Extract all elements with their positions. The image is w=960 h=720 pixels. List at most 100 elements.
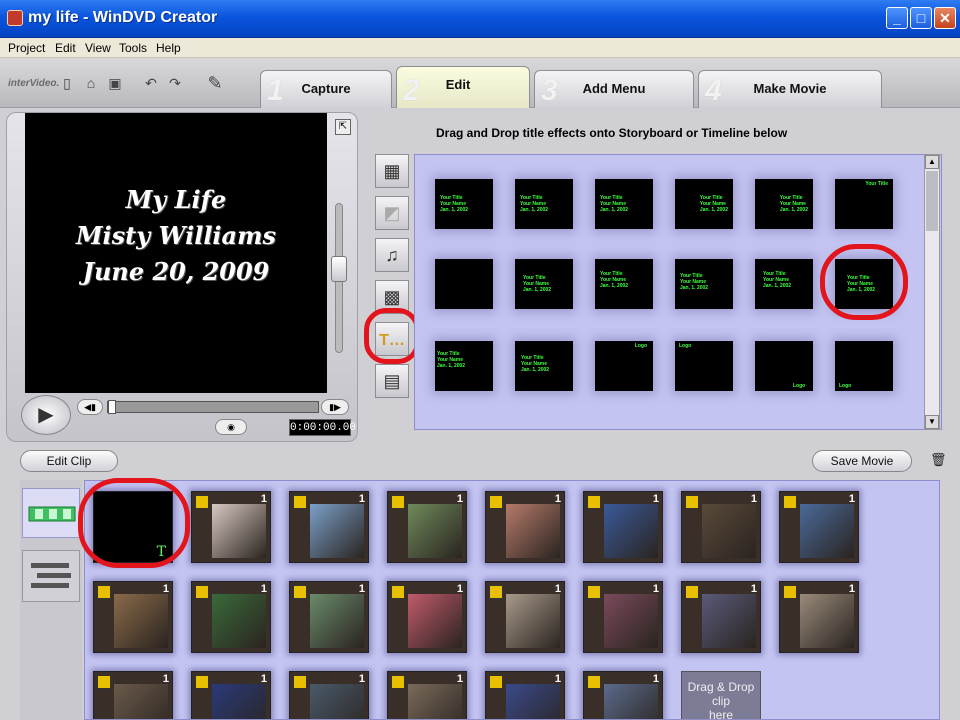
save-icon[interactable]: ▣ [106,74,124,92]
title-bar[interactable]: my life - WinDVD Creator _ □ ✕ [0,0,960,38]
storyboard-photo-clip[interactable]: 1 [191,491,271,563]
menu-project[interactable]: Project [8,41,45,55]
title-effect-thumbnail[interactable]: Logo [755,341,813,391]
storyboard-photo-clip[interactable]: 1 [289,581,369,653]
storyboard-photo-clip[interactable]: 1 [681,491,761,563]
photo-clip-icon [783,495,797,509]
volume-slider[interactable] [331,203,347,353]
undo-icon[interactable]: ↶ [142,74,160,92]
title-effect-thumbnail[interactable]: Your Title Your Name Jan. 1, 2002 [675,179,733,229]
title-effect-thumbnail[interactable]: Your Title Your Name Jan. 1, 2002 [515,341,573,391]
photo-clip-icon [391,495,405,509]
photo-clip-icon [391,585,405,599]
title-effect-thumbnail[interactable]: Your Title Your Name Jan. 1, 2002 [755,179,813,229]
tab-add-menu[interactable]: 3 Add Menu [534,70,694,108]
tab-edit[interactable]: 2 Edit [396,66,530,108]
title-effect-thumbnail[interactable]: Logo [835,341,893,391]
menu-edit[interactable]: Edit [55,41,76,55]
photo-clip-icon [783,585,797,599]
menu-bar: Project Edit View Tools Help [0,38,960,58]
storyboard-photo-clip[interactable]: 1 [289,491,369,563]
storyboard-photo-clip[interactable]: 1 [485,491,565,563]
storyboard-photo-clip[interactable]: 1 [779,581,859,653]
storyboard-photo-clip[interactable]: 1 [583,491,663,563]
volume-slider-knob[interactable] [331,256,347,282]
timecode-display: 0:00:00.00 [289,419,356,436]
pop-out-icon[interactable]: ⇱ [335,119,351,135]
title-effect-thumbnail[interactable]: Your Title Your Name Jan. 1, 2002 [595,179,653,229]
open-folder-icon[interactable]: ⌂ [82,74,100,92]
storyboard-photo-clip[interactable]: 1 [583,671,663,719]
storyboard-photo-clip[interactable]: 1 [681,581,761,653]
title-effect-sample-text: Your Title Your Name Jan. 1, 2002 [600,271,629,289]
storyboard-photo-clip[interactable]: 1 [387,671,467,719]
clip-photo-thumbnail [702,504,756,558]
clip-photo-thumbnail [702,594,756,648]
library-scrollbar[interactable]: ▲ ▼ [924,154,940,430]
scroll-thumb[interactable] [926,171,938,231]
drop-clip-slot[interactable]: Drag & Drop clip here [681,671,761,720]
film-effects-icon: ▤ [383,371,401,391]
scroll-down-icon[interactable]: ▼ [925,415,939,429]
seek-track[interactable] [107,400,319,414]
timeline-view-button[interactable] [22,550,80,602]
title-effect-sample-text: Your Title Your Name Jan. 1, 2002 [600,195,629,213]
step-forward-button[interactable]: ▮▶ [321,399,349,415]
paint-tools-icon[interactable]: ✎ [198,74,232,92]
scroll-up-icon[interactable]: ▲ [925,155,939,169]
title-effect-thumbnail[interactable]: Logo [595,341,653,391]
title-effect-sample-text: Your Title Your Name Jan. 1, 2002 [699,195,728,213]
close-button[interactable]: ✕ [934,7,956,29]
edit-clip-button[interactable]: Edit Clip [20,450,118,472]
title-effect-thumbnail[interactable]: Your Title Your Name Jan. 1, 2002 [435,341,493,391]
snapshot-button[interactable]: ◉ [215,419,247,435]
title-effect-thumbnail[interactable]: Your Title Your Name Jan. 1, 2002 [755,259,813,309]
photo-clip-icon [293,495,307,509]
minimize-button[interactable]: _ [886,7,908,29]
tab-make-movie[interactable]: 4 Make Movie [698,70,882,108]
menu-help[interactable]: Help [156,41,181,55]
storyboard-photo-clip[interactable]: 1 [779,491,859,563]
storyboard-photo-clip[interactable]: 1 [289,671,369,719]
save-movie-button[interactable]: Save Movie [812,450,912,472]
title-effect-thumbnail[interactable] [435,259,493,309]
video-clips-category-button[interactable]: ▦ [375,154,409,188]
tab-capture[interactable]: 1 Capture [260,70,392,108]
redo-icon[interactable]: ↷ [166,74,184,92]
storyboard-photo-clip[interactable]: 1 [93,581,173,653]
storyboard-photo-clip[interactable]: 1 [387,491,467,563]
preview-screen: My Life Misty Williams June 20, 2009 [25,113,327,393]
menu-tools[interactable]: Tools [119,41,147,55]
highlight-ring [364,308,420,364]
clip-photo-thumbnail [212,504,266,558]
storyboard-photo-clip[interactable]: 1 [191,581,271,653]
storyboard-photo-clip[interactable]: 1 [485,671,565,719]
storyboard-photo-clip[interactable]: 1 [387,581,467,653]
play-button[interactable]: ▶ [21,395,71,435]
title-effect-thumbnail[interactable]: Your Title [835,179,893,229]
new-file-icon[interactable]: ▯ [58,74,76,92]
menu-view[interactable]: View [85,41,111,55]
video-effects-category-button[interactable]: ▤ [375,364,409,398]
trash-icon[interactable]: 🗑 [930,452,947,468]
title-effect-thumbnail[interactable]: Logo [675,341,733,391]
storyboard-photo-clip[interactable]: 1 [583,581,663,653]
title-effect-thumbnail[interactable]: Your Title Your Name Jan. 1, 2002 [675,259,733,309]
storyboard-photo-clip[interactable]: 1 [485,581,565,653]
title-effect-thumbnail[interactable]: Your Title Your Name Jan. 1, 2002 [515,259,573,309]
title-effect-thumbnail[interactable]: Your Title Your Name Jan. 1, 2002 [435,179,493,229]
storyboard-photo-clip[interactable]: 1 [93,671,173,719]
step-back-button[interactable]: ◀▮ [77,399,103,415]
music-category-button[interactable]: ♫ [375,238,409,272]
transition-icon: ▩ [383,287,401,307]
maximize-button[interactable]: □ [910,7,932,29]
title-effect-thumbnail[interactable]: Your Title Your Name Jan. 1, 2002 [595,259,653,309]
storyboard-photo-clip[interactable]: 1 [191,671,271,719]
photos-category-button[interactable]: ◩ [375,196,409,230]
seek-thumb[interactable] [108,400,116,414]
title-effect-thumbnail[interactable]: Your Title Your Name Jan. 1, 2002 [515,179,573,229]
workspace: My Life Misty Williams June 20, 2009 ⇱ ▶… [0,108,960,720]
storyboard-view-button[interactable] [22,488,80,538]
drop-clip-label: here [708,708,734,720]
timeline-view-icon [31,563,71,588]
